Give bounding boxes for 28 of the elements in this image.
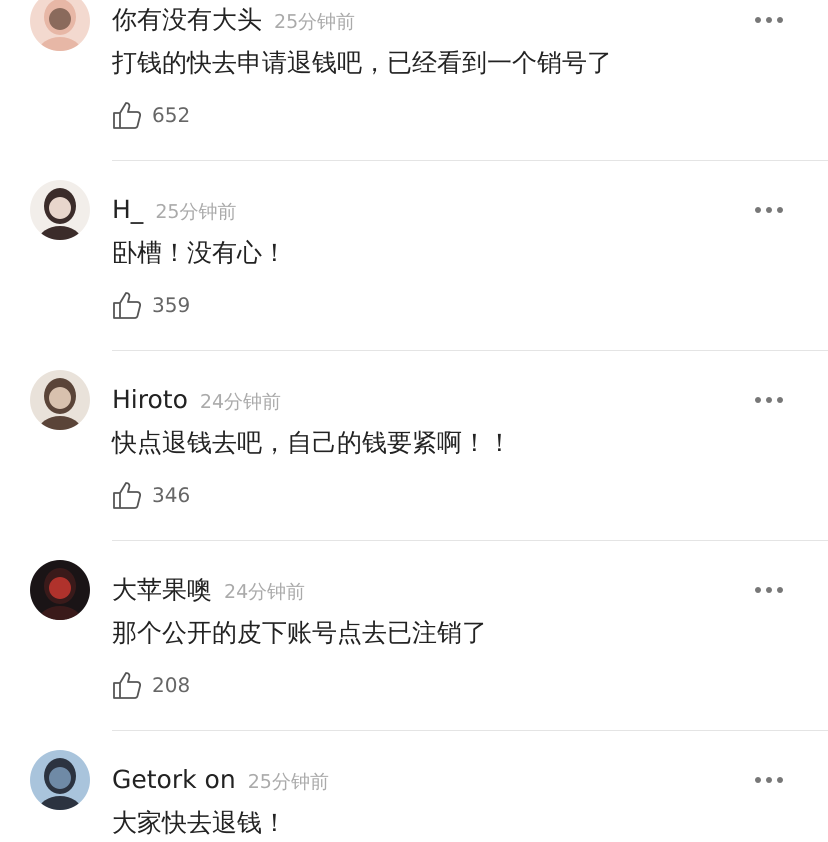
- like-count: 346: [152, 483, 190, 507]
- like-count: 359: [152, 293, 190, 317]
- thumbs-up-icon[interactable]: [112, 480, 142, 510]
- more-icon[interactable]: [754, 776, 784, 784]
- comment-time: 25分钟前: [248, 770, 329, 795]
- more-icon[interactable]: [754, 206, 784, 214]
- username[interactable]: 你有没有大头: [112, 3, 262, 37]
- comment-text: 那个公开的皮下账号点去已注销了: [112, 617, 488, 649]
- username[interactable]: H_: [112, 193, 144, 227]
- like-count: 208: [152, 673, 190, 697]
- comment-text: 大家快去退钱！: [112, 807, 288, 839]
- thumbs-up-icon[interactable]: [112, 100, 142, 130]
- comment-time: 25分钟前: [155, 200, 236, 225]
- username[interactable]: Hiroto: [112, 383, 188, 417]
- comment-text: 打钱的快去申请退钱吧，已经看到一个销号了: [112, 47, 613, 79]
- comment-time: 25分钟前: [274, 10, 356, 35]
- comment-text: 快点退钱去吧，自己的钱要紧啊！！: [112, 427, 513, 459]
- like-count: 652: [152, 103, 190, 127]
- more-icon[interactable]: [754, 586, 784, 594]
- thumbs-up-icon[interactable]: [112, 670, 142, 700]
- comment-time: 24分钟前: [224, 580, 306, 605]
- more-icon[interactable]: [754, 396, 784, 404]
- comment-text: 卧槽！没有心！: [112, 237, 288, 269]
- comment-time: 24分钟前: [200, 390, 282, 415]
- username[interactable]: Getork on: [112, 763, 236, 797]
- username[interactable]: 大苹果噢: [112, 573, 212, 607]
- more-icon[interactable]: [754, 16, 784, 24]
- thumbs-up-icon[interactable]: [112, 290, 142, 320]
